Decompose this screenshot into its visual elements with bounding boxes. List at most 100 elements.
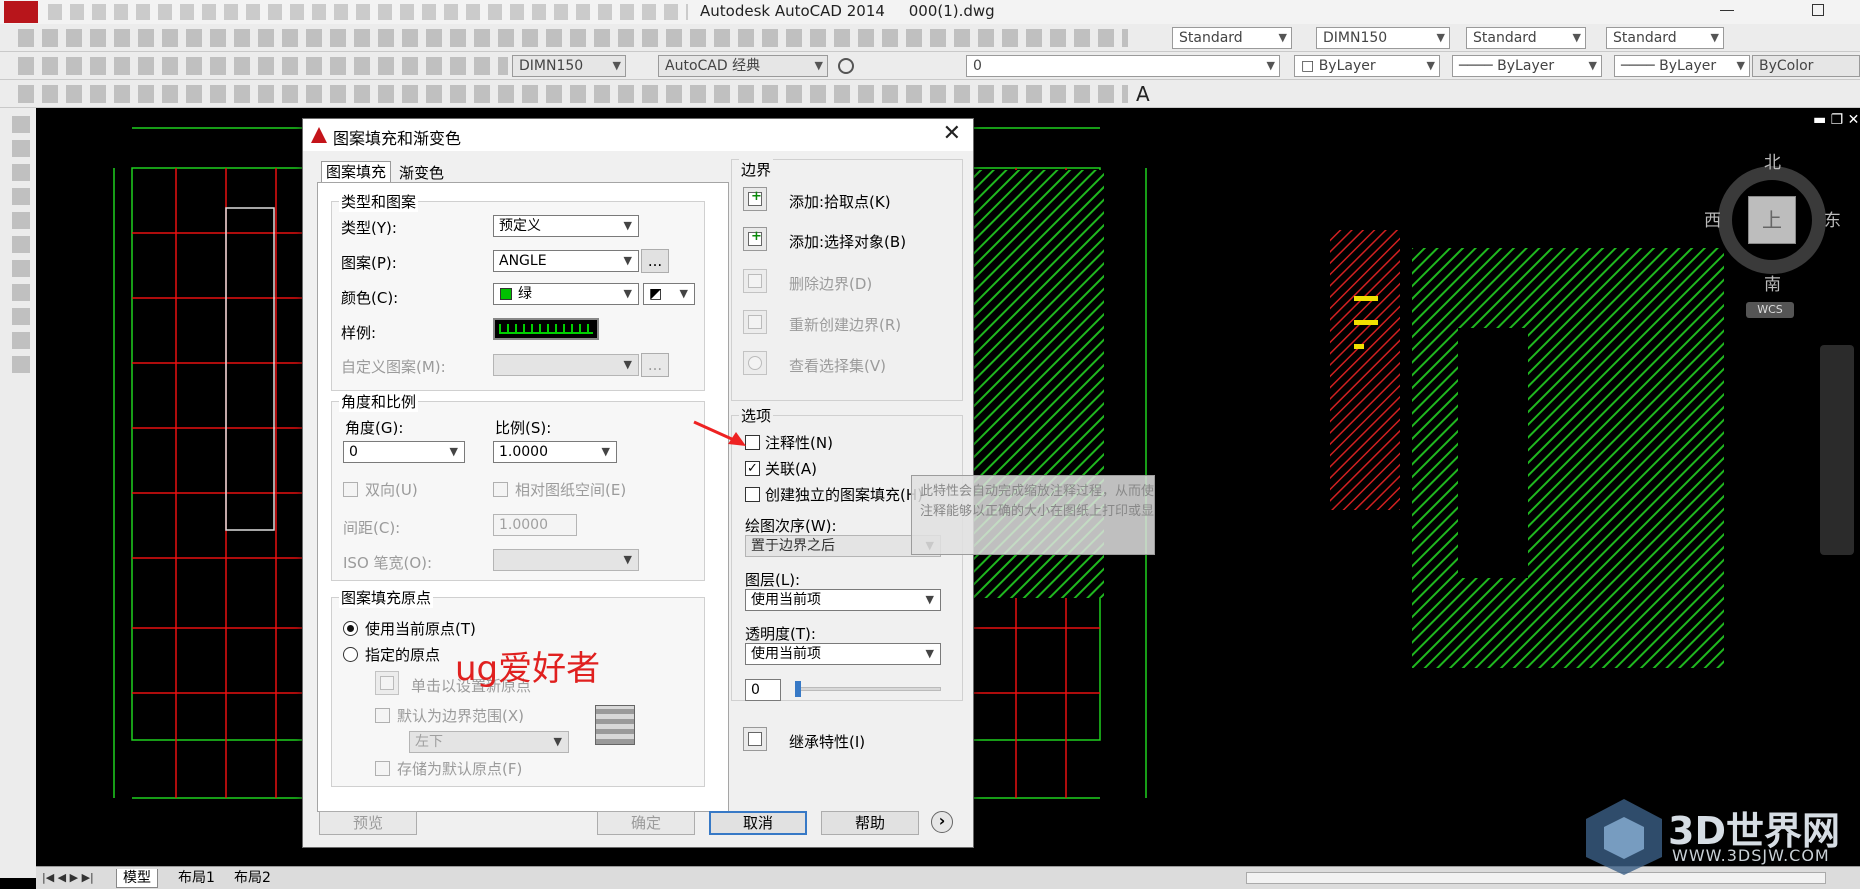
chevron-down-icon: ▼ <box>1426 59 1435 72</box>
horizontal-scrollbar[interactable] <box>1246 872 1826 884</box>
view-selections-button[interactable] <box>743 351 767 375</box>
specified-origin-radio[interactable] <box>343 647 358 662</box>
chevron-down-icon: ▼ <box>925 647 934 660</box>
quick-access-toolbar[interactable] <box>48 4 688 20</box>
compass-south[interactable]: 南 <box>1764 270 1781 295</box>
use-current-origin-radio[interactable] <box>343 621 358 636</box>
lineweight-select[interactable]: ──── ByLayer ▼ <box>1614 55 1750 77</box>
window-title: Autodesk AutoCAD 2014 000(1).dwg <box>700 2 995 20</box>
store-default-origin-checkbox[interactable] <box>375 761 390 776</box>
default-bounds-checkbox[interactable] <box>375 708 390 723</box>
ok-button[interactable]: 确定 <box>597 811 695 835</box>
workspace-value: AutoCAD 经典 <box>665 58 761 74</box>
add-select-objects-label[interactable]: 添加:选择对象(B) <box>789 231 906 252</box>
tab-hatch[interactable]: 图案填充 <box>321 161 392 183</box>
close-icon[interactable]: ✕ <box>943 121 961 146</box>
custom-pattern-select[interactable]: ▼ <box>493 354 639 376</box>
double-checkbox[interactable] <box>343 482 358 497</box>
mleader-style-select[interactable]: Standard ▼ <box>1606 27 1724 49</box>
mleader-style-value: Standard <box>1613 30 1677 46</box>
pattern-label: 图案(P): <box>341 254 397 272</box>
vertical-tool-icons[interactable] <box>12 116 30 380</box>
dimension-tool-icons[interactable] <box>18 57 508 75</box>
transparency-label: 透明度(T): <box>745 625 816 643</box>
brush-icon <box>748 732 762 746</box>
custom-pattern-browse-button[interactable]: ... <box>641 353 669 377</box>
add-pick-points-label[interactable]: 添加:拾取点(K) <box>789 191 891 212</box>
title-bar: Autodesk AutoCAD 2014 000(1).dwg <box>0 0 1860 24</box>
text-tool-icon[interactable]: A <box>1136 82 1150 106</box>
recreate-boundary-button[interactable] <box>743 310 767 334</box>
type-select[interactable]: 预定义 ▼ <box>493 215 639 237</box>
transparency-select[interactable]: 使用当前项 ▼ <box>745 643 941 665</box>
red-hatched-region <box>1330 230 1400 510</box>
compass-west[interactable]: 西 <box>1704 206 1721 231</box>
color-select[interactable]: 绿 ▼ <box>493 283 639 305</box>
text-style-select[interactable]: Standard ▼ <box>1172 27 1292 49</box>
recreate-boundary-label[interactable]: 重新创建边界(R) <box>789 314 901 335</box>
inherit-properties-button[interactable] <box>743 727 767 751</box>
transparency-slider-thumb[interactable] <box>795 681 801 697</box>
chevron-down-icon: ▼ <box>1266 59 1275 72</box>
watermark-text: ug爱好者 <box>455 649 601 689</box>
background-color-select[interactable]: ◩ ▼ <box>643 283 695 305</box>
workspace-select[interactable]: AutoCAD 经典 ▼ <box>658 55 828 77</box>
navigation-bar[interactable] <box>1820 345 1854 555</box>
set-origin-button[interactable] <box>375 671 399 695</box>
remove-boundaries-button[interactable] <box>743 269 767 293</box>
scale-value: 1.0000 <box>499 444 548 460</box>
more-options-button[interactable]: › <box>931 811 953 833</box>
angle-select[interactable]: 0 ▼ <box>343 441 465 463</box>
tab-nav-arrows[interactable]: |◀ ◀ ▶ ▶| <box>42 871 94 884</box>
compass-east[interactable]: 东 <box>1824 206 1841 231</box>
viewcube-face[interactable]: 上 <box>1748 196 1796 244</box>
angle-scale-heading: 角度和比例 <box>339 391 419 412</box>
add-pick-points-button[interactable]: + <box>743 187 767 211</box>
tab-model[interactable]: 模型 <box>116 869 158 888</box>
viewcube[interactable]: 上 北 南 西 东 <box>1704 153 1841 295</box>
pattern-browse-button[interactable]: ... <box>641 249 669 273</box>
chevron-down-icon: ▼ <box>612 59 621 72</box>
compass-north[interactable]: 北 <box>1764 148 1781 173</box>
associative-checkbox[interactable]: ✓ <box>745 461 760 476</box>
draw-tool-icons[interactable] <box>18 85 1128 103</box>
transparency-slider-track[interactable] <box>795 687 941 691</box>
color-select[interactable]: □ ByLayer ▼ <box>1294 55 1440 77</box>
app-logo-icon[interactable] <box>4 1 38 23</box>
wcs-menu[interactable]: WCS <box>1746 302 1794 318</box>
layer-select[interactable]: 0 ▼ <box>966 55 1280 77</box>
scale-select[interactable]: 1.0000 ▼ <box>493 441 617 463</box>
iso-pen-width-label: ISO 笔宽(O): <box>343 554 433 572</box>
transparency-number-input[interactable]: 0 <box>745 679 781 701</box>
table-style-select[interactable]: Standard ▼ <box>1466 27 1586 49</box>
tab-layout1[interactable]: 布局1 <box>172 869 221 888</box>
plotstyle-select[interactable]: ByColor <box>1752 55 1860 77</box>
linetype-select[interactable]: ──── ByLayer ▼ <box>1452 55 1602 77</box>
origin-position-select[interactable]: 左下 ▼ <box>409 731 569 753</box>
spacing-input[interactable]: 1.0000 <box>493 514 577 536</box>
pattern-sample-swatch[interactable] <box>493 318 599 340</box>
tab-gradient[interactable]: 渐变色 <box>395 163 448 183</box>
minimize-icon[interactable] <box>1720 10 1734 11</box>
standard-tool-icons[interactable] <box>18 29 1128 47</box>
tooltip-line2: 注释能够以正确的大小在图纸上打印或显示 (HPANNOTATIVE <box>920 504 1155 519</box>
preview-button[interactable]: 预览 <box>319 811 417 835</box>
add-select-objects-button[interactable]: + <box>743 227 767 251</box>
pattern-select[interactable]: ANGLE ▼ <box>493 250 639 272</box>
dim-style-select-2[interactable]: DIMN150 ▼ <box>512 55 626 77</box>
separate-hatches-checkbox[interactable] <box>745 487 760 502</box>
maximize-icon[interactable] <box>1812 4 1824 16</box>
inherit-properties-label[interactable]: 继承特性(I) <box>789 731 865 752</box>
lineweight-value: ByLayer <box>1659 58 1717 74</box>
relative-paperspace-checkbox[interactable] <box>493 482 508 497</box>
tab-layout2[interactable]: 布局2 <box>228 869 277 888</box>
dialog-title-bar[interactable]: 图案填充和渐变色 ✕ <box>303 119 973 151</box>
layer-select[interactable]: 使用当前项 ▼ <box>745 589 941 611</box>
cancel-button[interactable]: 取消 <box>709 811 807 835</box>
gear-icon[interactable] <box>838 58 854 74</box>
dim-style-select[interactable]: DIMN150 ▼ <box>1316 27 1450 49</box>
iso-pen-width-select[interactable]: ▼ <box>493 549 639 571</box>
remove-boundaries-label[interactable]: 删除边界(D) <box>789 273 872 294</box>
view-selections-label[interactable]: 查看选择集(V) <box>789 355 886 376</box>
help-button[interactable]: 帮助 <box>821 811 919 835</box>
